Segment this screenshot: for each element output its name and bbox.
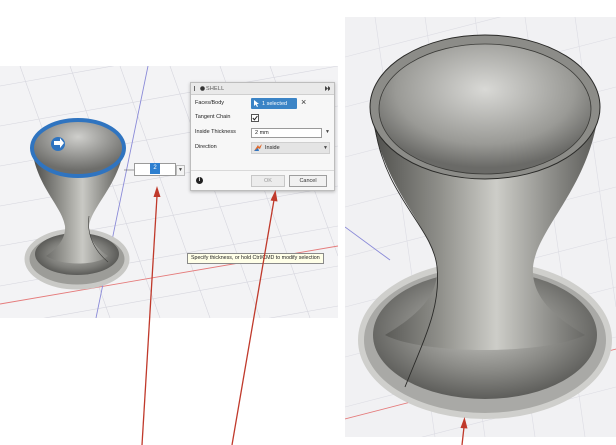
collapse-icon[interactable] bbox=[194, 86, 199, 91]
inside-thickness-label: Inside Thickness bbox=[195, 129, 236, 135]
checkbox-checked-icon bbox=[252, 115, 258, 121]
dropdown-arrow-icon[interactable]: ▼ bbox=[325, 129, 330, 135]
cursor-select-icon bbox=[254, 100, 259, 107]
tooltip: Specify thickness, or hold Ctrl/CMD to m… bbox=[187, 253, 324, 264]
shell-dialog: SHELL Faces/Body 1 selected × Tangent Ch… bbox=[190, 82, 335, 191]
cup-opening bbox=[378, 43, 592, 175]
expand-arrows-icon[interactable] bbox=[325, 86, 330, 91]
close-icon[interactable]: × bbox=[301, 97, 306, 108]
ok-button[interactable]: OK bbox=[251, 175, 285, 187]
dialog-footer: i OK Cancel bbox=[191, 170, 334, 191]
inside-thickness-input[interactable]: 2 mm bbox=[251, 128, 322, 138]
cancel-button[interactable]: Cancel bbox=[289, 175, 327, 187]
tangent-chain-label: Tangent Chain bbox=[195, 114, 231, 120]
direction-arrows-icon bbox=[254, 144, 262, 151]
direction-value: Inside bbox=[265, 145, 280, 151]
shell-tool-icon bbox=[200, 86, 205, 91]
faces-body-label: Faces/Body bbox=[195, 100, 225, 106]
faces-selected-button[interactable]: 1 selected bbox=[251, 98, 297, 109]
direction-label: Direction bbox=[195, 144, 217, 150]
faces-selected-label: 1 selected bbox=[262, 100, 288, 107]
right-canvas[interactable] bbox=[345, 17, 616, 437]
inside-thickness-value: 2 mm bbox=[255, 130, 269, 136]
tangent-chain-row: Tangent Chain bbox=[191, 111, 334, 123]
dialog-header[interactable]: SHELL bbox=[191, 83, 334, 95]
info-icon[interactable]: i bbox=[196, 177, 203, 184]
tangent-chain-checkbox[interactable] bbox=[251, 114, 259, 122]
inline-thickness-value: 2 bbox=[150, 163, 160, 174]
right-viewport[interactable] bbox=[345, 17, 616, 437]
dialog-title: SHELL bbox=[206, 85, 225, 92]
rotate-handle-icon[interactable] bbox=[51, 137, 65, 151]
dropdown-arrow-icon[interactable]: ▼ bbox=[176, 165, 185, 176]
direction-select[interactable]: Inside ▼ bbox=[251, 142, 330, 154]
inline-thickness-input[interactable]: 2 bbox=[134, 163, 176, 176]
dropdown-arrow-icon: ▼ bbox=[323, 145, 328, 151]
